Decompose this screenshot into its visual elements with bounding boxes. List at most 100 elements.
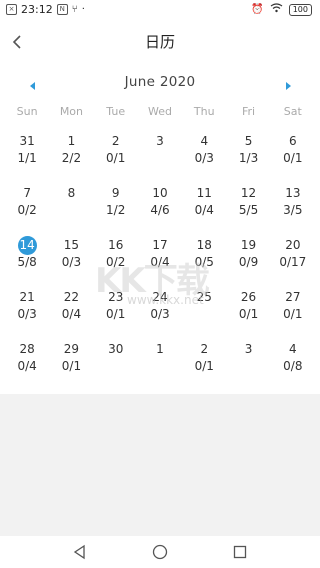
calendar-day[interactable]: 11 0/4 xyxy=(182,182,226,234)
day-number: 31 xyxy=(19,134,35,148)
empty-area xyxy=(0,394,320,536)
day-task-count: 3/5 xyxy=(283,203,303,217)
day-number: 14 xyxy=(17,236,37,255)
day-task-count: 1/3 xyxy=(238,151,259,165)
day-task-count: 0/2 xyxy=(106,255,126,269)
next-month-button[interactable] xyxy=(282,77,294,90)
calendar-day[interactable]: 16 0/2 xyxy=(94,234,138,286)
calendar-day[interactable]: 24 0/3 xyxy=(138,286,182,338)
calendar-day[interactable]: 28 0/4 xyxy=(5,338,49,390)
day-number: 26 xyxy=(240,290,257,304)
day-number: 2 xyxy=(111,134,120,148)
calendar-day[interactable]: 5 1/3 xyxy=(226,130,270,182)
status-time: 23:12 xyxy=(21,3,53,16)
chevron-left-icon xyxy=(12,35,21,49)
calendar-day[interactable]: 4 0/8 xyxy=(271,338,315,390)
calendar-day[interactable]: 12 5/5 xyxy=(226,182,270,234)
calendar-week-row: 7 0/2 8 9 1/2 10 4/6 11 0/4 12 5/5 13 3/5 xyxy=(5,182,315,234)
wifi-icon xyxy=(270,3,283,16)
calendar-day[interactable]: 30 xyxy=(94,338,138,390)
calendar-week-row: 28 0/4 29 0/1 30 1 2 0/1 3 4 0/8 xyxy=(5,338,315,390)
circle-home-icon xyxy=(152,544,168,560)
day-number: 1 xyxy=(67,134,76,148)
day-task-count: 0/9 xyxy=(238,255,259,269)
calendar-day[interactable]: 7 0/2 xyxy=(5,182,49,234)
day-number: 16 xyxy=(108,238,124,252)
day-number: 15 xyxy=(63,238,80,252)
calendar-day[interactable]: 18 0/5 xyxy=(182,234,226,286)
calendar-day[interactable]: 8 xyxy=(49,182,93,234)
back-button[interactable] xyxy=(6,30,30,54)
usb-icon: ⑂ xyxy=(71,4,78,15)
day-number: 7 xyxy=(23,186,31,200)
calendar-day[interactable]: 1 2/2 xyxy=(49,130,93,182)
app-header: 日历 xyxy=(0,20,320,64)
day-task-count: 0/1 xyxy=(194,359,214,373)
weekday-label: Thu xyxy=(193,105,215,118)
day-number: 23 xyxy=(108,290,124,304)
calendar-grid: 31 1/1 1 2/2 2 0/1 3 4 0/3 5 1/3 6 0/1 7 0/2 8 9 1/2 10 4/6… xyxy=(5,130,315,390)
day-task-count: 0/2 xyxy=(17,203,37,217)
calendar-day[interactable]: 31 1/1 xyxy=(5,130,49,182)
calendar: June 2020 Sun Mon Tue Wed Thu Fri Sat 31… xyxy=(0,64,320,394)
day-task-count: 5/8 xyxy=(17,255,37,269)
battery-icon: 100 xyxy=(288,3,312,16)
nav-back-button[interactable] xyxy=(72,544,88,560)
calendar-day[interactable]: 17 0/4 xyxy=(138,234,182,286)
day-task-count: 0/17 xyxy=(279,255,307,269)
day-number: 28 xyxy=(19,342,35,356)
calendar-week-row: 31 1/1 1 2/2 2 0/1 3 4 0/3 5 1/3 6 0/1 xyxy=(5,130,315,182)
calendar-day[interactable]: 3 xyxy=(138,130,182,182)
calendar-day[interactable]: 9 1/2 xyxy=(94,182,138,234)
nav-recents-button[interactable] xyxy=(232,544,248,560)
calendar-day[interactable]: 2 0/1 xyxy=(94,130,138,182)
day-task-count: 0/3 xyxy=(17,307,37,321)
calendar-day[interactable]: 13 3/5 xyxy=(271,182,315,234)
square-recents-icon xyxy=(233,545,247,559)
day-number: 19 xyxy=(240,238,257,252)
day-number: 18 xyxy=(196,238,212,252)
day-task-count: 0/8 xyxy=(283,359,303,373)
calendar-day[interactable]: 26 0/1 xyxy=(226,286,270,338)
calendar-day[interactable]: 10 4/6 xyxy=(138,182,182,234)
calendar-day[interactable]: 29 0/1 xyxy=(49,338,93,390)
n-icon: N xyxy=(56,4,68,15)
caret-right-icon xyxy=(286,82,291,90)
calendar-day[interactable]: 2 0/1 xyxy=(182,338,226,390)
calendar-day[interactable]: 23 0/1 xyxy=(94,286,138,338)
day-task-count: 1/2 xyxy=(106,203,126,217)
day-task-count: 4/6 xyxy=(150,203,170,217)
day-number: 13 xyxy=(285,186,301,200)
calendar-day-selected[interactable]: 14 5/8 xyxy=(5,234,49,286)
day-task-count: 0/3 xyxy=(150,307,170,321)
calendar-day[interactable]: 19 0/9 xyxy=(226,234,270,286)
calendar-day[interactable]: 4 0/3 xyxy=(182,130,226,182)
day-task-count: 0/1 xyxy=(61,359,82,373)
calendar-day[interactable]: 25 xyxy=(182,286,226,338)
weekday-label: Tue xyxy=(106,105,126,118)
calendar-day[interactable]: 27 0/1 xyxy=(271,286,315,338)
calendar-day[interactable]: 6 0/1 xyxy=(271,130,315,182)
calendar-day[interactable]: 15 0/3 xyxy=(49,234,93,286)
day-number: 5 xyxy=(244,134,253,148)
day-task-count: 0/1 xyxy=(283,151,303,165)
status-bar: × 23:12 N ⑂ · ⏰ 100 xyxy=(0,0,320,20)
day-number: 2 xyxy=(200,342,209,356)
day-task-count: 2/2 xyxy=(61,151,82,165)
nav-home-button[interactable] xyxy=(152,544,168,560)
day-number: 11 xyxy=(196,186,212,200)
calendar-day[interactable]: 1 xyxy=(138,338,182,390)
day-number: 10 xyxy=(152,186,168,200)
day-number: 24 xyxy=(152,290,168,304)
weekday-label: Mon xyxy=(59,105,84,118)
weekday-label: Sun xyxy=(16,105,38,118)
system-nav-bar xyxy=(0,536,320,568)
month-label: June 2020 xyxy=(124,74,196,90)
calendar-day[interactable]: 22 0/4 xyxy=(49,286,93,338)
calendar-day[interactable]: 20 0/17 xyxy=(271,234,315,286)
day-task-count: 0/1 xyxy=(106,151,126,165)
day-number: 8 xyxy=(67,186,76,200)
calendar-day[interactable]: 21 0/3 xyxy=(5,286,49,338)
day-task-count: 1/1 xyxy=(17,151,37,165)
calendar-day[interactable]: 3 xyxy=(226,338,270,390)
